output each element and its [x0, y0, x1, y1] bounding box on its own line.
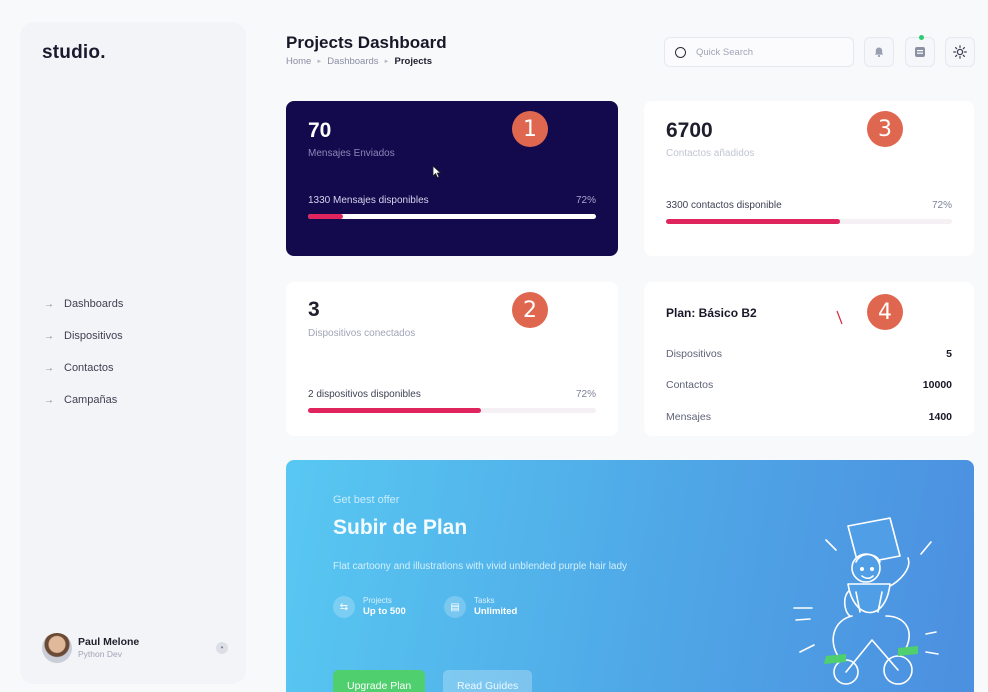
- user-name: Paul Melone: [78, 636, 140, 649]
- user-profile[interactable]: Paul Melone Python Dev •: [42, 632, 228, 664]
- sidebar-item-label: Contactos: [64, 362, 114, 374]
- banner-description: Flat cartoony and illustrations with viv…: [333, 561, 628, 572]
- banner-stat-tasks: ▤ Tasks Unlimited: [444, 596, 517, 619]
- banner-offer: Get best offer: [333, 494, 400, 506]
- sidebar-item-label: Dispositivos: [64, 330, 123, 342]
- breadcrumb-current: Projects: [394, 56, 432, 67]
- sidebar-item-dashboards[interactable]: → Dashboards: [44, 288, 123, 320]
- arrow-right-icon: →: [44, 394, 54, 406]
- breadcrumb-dashboards[interactable]: Dashboards: [327, 56, 378, 67]
- stat-label: Projects: [363, 596, 392, 605]
- user-role: Python Dev: [78, 649, 122, 660]
- app-logo[interactable]: studio.: [42, 42, 106, 64]
- plan-row-key: Dispositivos: [666, 348, 723, 360]
- sidebar-item-dispositivos[interactable]: → Dispositivos: [44, 320, 123, 352]
- online-status-dot: [919, 35, 924, 40]
- plan-row-value: 10000: [922, 379, 952, 391]
- breadcrumb-home[interactable]: Home: [286, 56, 311, 67]
- contacts-progress-bar: [666, 219, 952, 224]
- devices-progress-fill: [308, 408, 481, 413]
- step-marker-3: 3: [867, 111, 903, 147]
- devices-progress-bar: [308, 408, 596, 413]
- stat-value: Unlimited: [474, 606, 518, 618]
- sidebar-item-label: Dashboards: [64, 298, 124, 310]
- messages-card: 70 Mensajes Enviados 1330 Mensajes dispo…: [286, 101, 618, 256]
- arrow-right-icon: →: [44, 298, 54, 310]
- upgrade-plan-button[interactable]: Upgrade Plan: [333, 670, 426, 692]
- step-marker-4: 4: [867, 294, 903, 330]
- devices-progress-percent: 72%: [575, 389, 596, 400]
- devices-card: 3 Dispositivos conectados 2 dispositivos…: [286, 282, 618, 436]
- messages-progress-fill: [308, 214, 343, 219]
- stat-label: Tasks: [474, 596, 495, 605]
- contacts-count: 6700: [666, 119, 713, 142]
- upgrade-banner: Get best offer Subir de Plan Flat cartoo…: [286, 460, 974, 692]
- annotation-stroke-icon: [836, 310, 843, 325]
- plan-title: Plan: Básico B2: [666, 306, 757, 320]
- plan-row-contacts: Contactos 10000: [666, 379, 952, 391]
- user-menu-icon[interactable]: •: [216, 642, 228, 654]
- breadcrumb-separator-icon: ►: [383, 58, 390, 65]
- plan-card: Plan: Básico B2 Dispositivos 5 Contactos…: [644, 282, 974, 436]
- plan-row-key: Mensajes: [666, 411, 711, 423]
- avatar: [42, 633, 72, 663]
- sidebar-nav: → Dashboards → Dispositivos → Contactos …: [44, 288, 123, 416]
- messages-button[interactable]: [905, 35, 935, 67]
- devices-progress-label: 2 dispositivos disponibles: [308, 389, 421, 400]
- plan-row-devices: Dispositivos 5: [666, 348, 952, 360]
- plan-row-messages: Mensajes 1400: [666, 411, 952, 423]
- devices-count: 3: [308, 298, 320, 321]
- devices-label: Dispositivos conectados: [308, 328, 416, 339]
- sun-icon: [953, 45, 967, 59]
- step-marker-1: 1: [512, 111, 548, 147]
- messages-progress-percent: 72%: [575, 195, 596, 206]
- sidebar-item-contactos[interactable]: → Contactos: [44, 352, 123, 384]
- sidebar: studio. → Dashboards → Dispositivos → Co…: [20, 22, 246, 684]
- read-guides-button[interactable]: Read Guides: [443, 670, 533, 692]
- contacts-label: Contactos añadidos: [666, 148, 755, 159]
- arrow-right-icon: →: [44, 330, 54, 342]
- messages-progress-bar: [308, 214, 596, 219]
- messages-label: Mensajes Enviados: [308, 148, 395, 159]
- user-text: Paul Melone Python Dev: [78, 636, 139, 660]
- plan-row-value: 5: [946, 348, 952, 360]
- breadcrumb-separator-icon: ►: [316, 58, 323, 65]
- bell-icon: [874, 47, 884, 58]
- contacts-progress-label: 3300 contactos disponible: [666, 200, 782, 211]
- messages-progress-label: 1330 Mensajes disponibles: [308, 195, 429, 206]
- banner-stat-projects: ⇆ Projects Up to 500: [333, 596, 406, 619]
- step-marker-2: 2: [512, 292, 548, 328]
- chat-icon: [915, 46, 925, 57]
- search-icon: [675, 46, 686, 58]
- arrow-right-icon: →: [44, 362, 54, 374]
- messages-count: 70: [308, 119, 332, 142]
- banner-title: Subir de Plan: [333, 516, 468, 539]
- breadcrumb: Home ► Dashboards ► Projects: [286, 56, 432, 67]
- search-box[interactable]: [664, 37, 854, 67]
- contacts-progress-percent: 72%: [931, 200, 952, 211]
- notifications-button[interactable]: [864, 37, 894, 67]
- contacts-progress-fill: [666, 219, 841, 224]
- page-title: Projects Dashboard: [286, 33, 447, 52]
- theme-toggle-button[interactable]: [945, 37, 975, 67]
- stat-value: Up to 500: [363, 606, 406, 618]
- contacts-card: 6700 Contactos añadidos 3300 contactos d…: [644, 101, 974, 256]
- sidebar-item-campanas[interactable]: → Campañas: [44, 384, 123, 416]
- plan-row-value: 1400: [928, 411, 952, 423]
- mouse-cursor-icon: [432, 165, 442, 179]
- projects-icon: ⇆: [333, 596, 355, 619]
- search-input[interactable]: [696, 46, 846, 58]
- plan-row-key: Contactos: [666, 379, 714, 391]
- tasks-icon: ▤: [444, 596, 466, 619]
- cyclist-illustration-icon: [793, 517, 939, 685]
- sidebar-item-label: Campañas: [64, 394, 118, 406]
